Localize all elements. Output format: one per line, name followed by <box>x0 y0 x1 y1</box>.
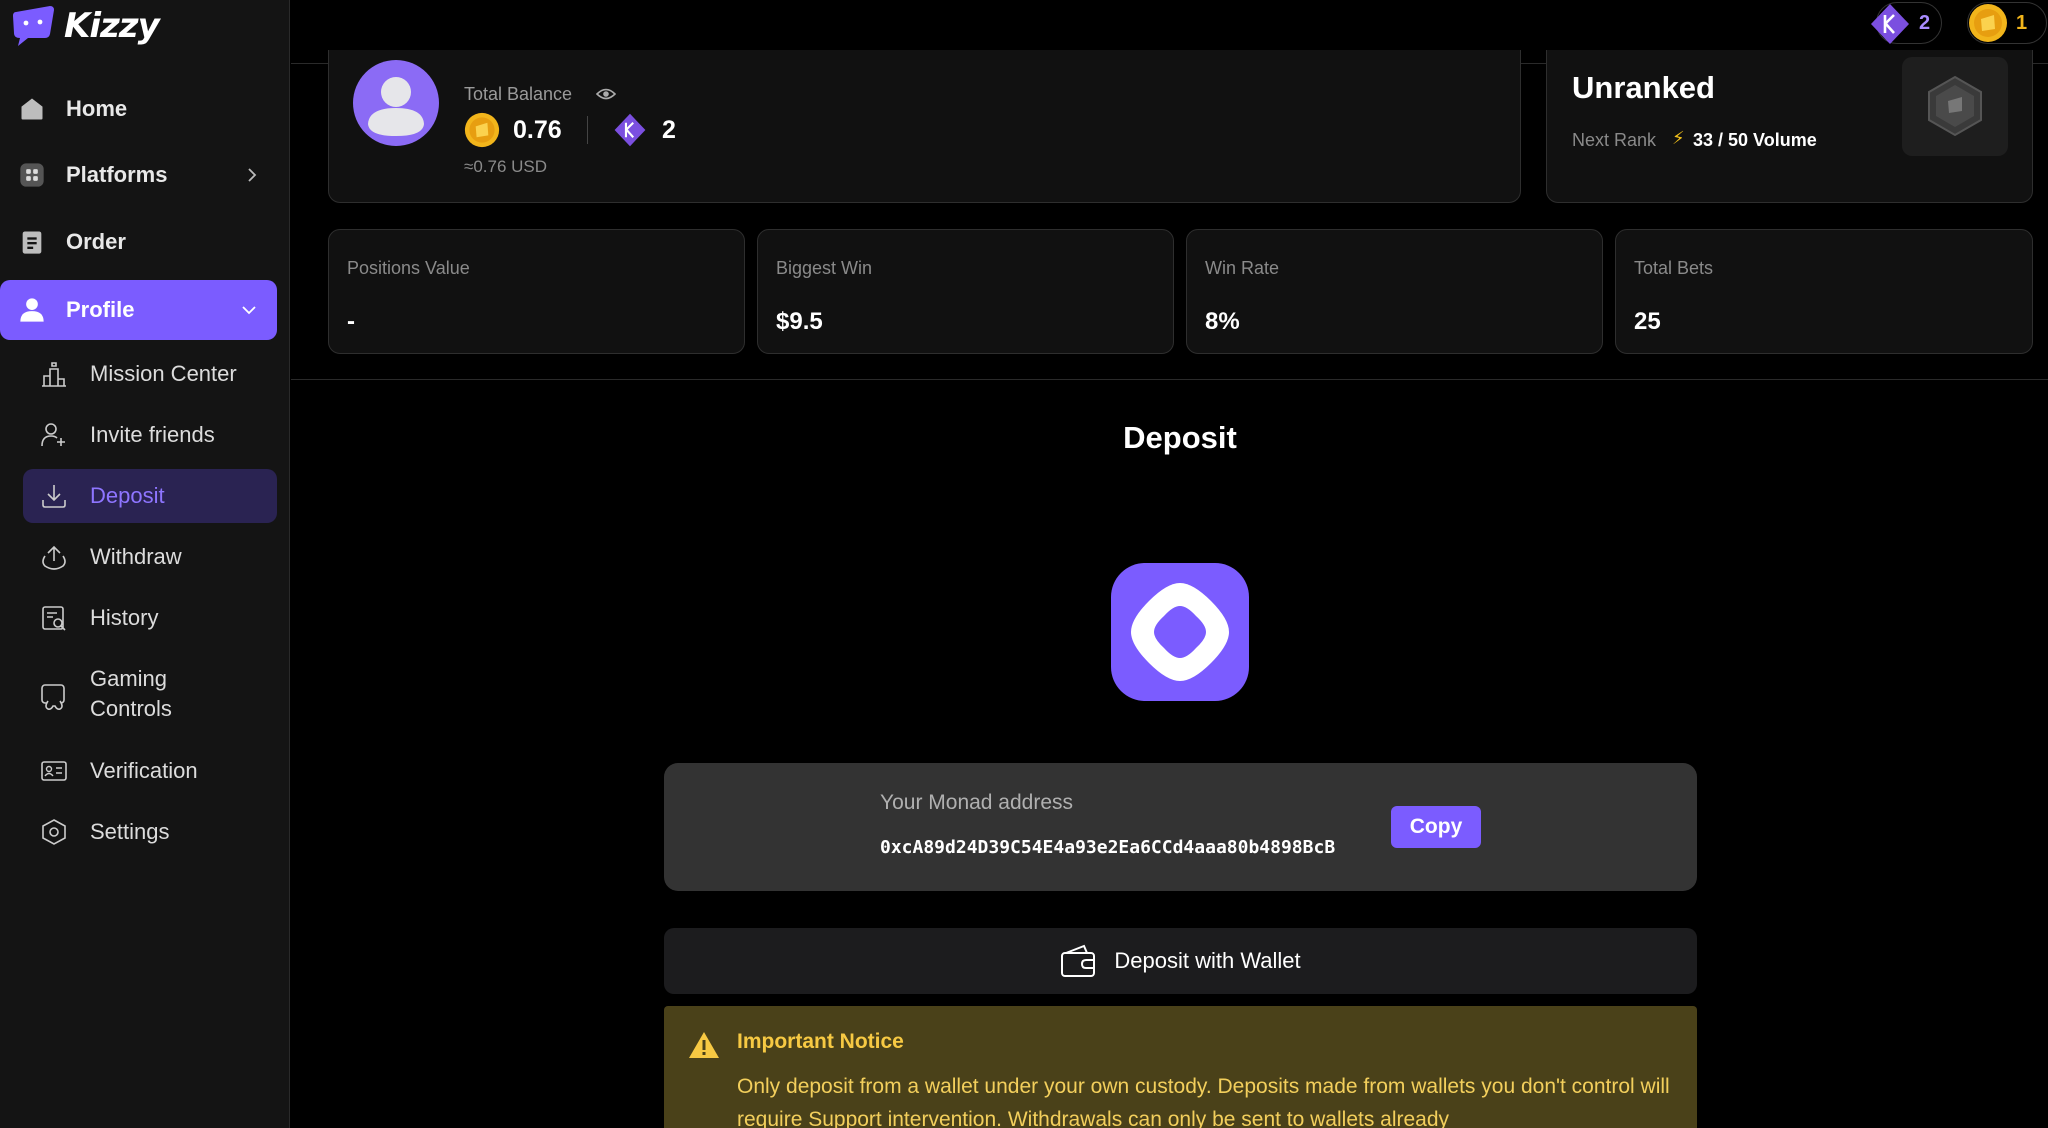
clipboard-icon <box>22 231 42 254</box>
sidebar-item-deposit[interactable]: Deposit <box>23 469 277 523</box>
sidebar-item-label: Home <box>66 96 128 121</box>
rank-progress: 33 / 50 Volume <box>1693 130 1817 150</box>
sidebar-item-label: Settings <box>90 819 170 844</box>
app-name: Kizzy <box>64 6 160 46</box>
stat-value: 25 <box>1634 308 1661 335</box>
avatar[interactable] <box>353 60 439 146</box>
warning-icon <box>689 1032 719 1058</box>
home-icon <box>21 98 43 120</box>
rank-card: Unranked Next Rank ⚡ 33 / 50 Volume <box>1546 50 2033 203</box>
balance-divider <box>587 116 588 144</box>
sidebar-item-label: Platforms <box>66 162 168 187</box>
sidebar-item-platforms[interactable]: Platforms <box>0 145 290 205</box>
k-token-icon <box>614 113 646 147</box>
sidebar-item-label: Verification <box>90 758 198 783</box>
stat-label: Win Rate <box>1205 258 1280 278</box>
history-icon <box>42 606 66 631</box>
stat-label: Biggest Win <box>776 258 873 278</box>
usd-equivalent: ≈0.76 USD <box>464 157 548 176</box>
copy-button[interactable]: Copy <box>1391 806 1481 848</box>
address-label: Your Monad address <box>880 791 1074 814</box>
podium-icon <box>42 362 66 387</box>
k-token-balance: 2 <box>662 116 676 144</box>
stat-card-total-bets: Total Bets 25 <box>1615 229 2033 354</box>
chevron-right-icon <box>248 168 257 182</box>
coin-icon <box>1969 4 2007 42</box>
notice-title: Important Notice <box>737 1030 904 1053</box>
stat-card-biggest-win: Biggest Win $9.5 <box>757 229 1174 354</box>
eye-icon[interactable] <box>596 86 616 102</box>
wallet-icon <box>1061 944 1096 977</box>
sidebar-item-label: Deposit <box>90 483 165 508</box>
download-icon <box>42 485 66 508</box>
stat-label: Positions Value <box>347 258 470 278</box>
sidebar-item-order[interactable]: Order <box>0 212 290 272</box>
next-rank-label: Next Rank <box>1572 130 1657 150</box>
upload-icon <box>42 545 66 570</box>
sidebar-item-label: Withdraw <box>90 544 182 569</box>
total-balance-label: Total Balance <box>464 84 573 104</box>
settings-hex-icon <box>42 819 66 845</box>
rank-badge <box>1902 57 2008 156</box>
sidebar-item-label: Mission Center <box>90 361 237 386</box>
k-token-count: 2 <box>1919 11 1931 34</box>
important-notice: Important Notice Only deposit from a wal… <box>664 1006 1697 1128</box>
coin-pill[interactable]: 1 <box>1967 2 2047 44</box>
lightning-icon: ⚡ <box>1672 128 1685 148</box>
sidebar-item-label: Order <box>66 229 126 254</box>
user-icon <box>20 298 44 322</box>
id-card-icon <box>41 761 67 781</box>
coin-icon <box>464 112 500 148</box>
gamepad-icon <box>41 684 65 710</box>
chevron-down-icon <box>242 306 256 315</box>
rank-hexagon-icon <box>1928 75 1982 137</box>
stat-value: - <box>347 308 355 335</box>
balance-card: Total Balance 0.76 2 ≈0.76 USD <box>328 50 1521 203</box>
kizzy-logo-icon <box>13 6 54 46</box>
sidebar-item-profile[interactable]: Profile <box>0 280 277 340</box>
add-user-icon <box>41 423 65 447</box>
k-token-pill[interactable]: 2 <box>1871 2 1942 44</box>
stat-card-win-rate: Win Rate 8% <box>1186 229 1603 354</box>
stat-card-positions-value: Positions Value - <box>328 229 745 354</box>
stat-label: Total Bets <box>1634 258 1714 278</box>
sidebar-item-withdraw[interactable]: Withdraw <box>23 530 277 584</box>
sidebar-item-label: Profile <box>66 297 135 322</box>
logo[interactable]: Kizzy <box>10 4 160 48</box>
stat-value: $9.5 <box>776 308 823 335</box>
deposit-title: Deposit <box>1123 420 1237 455</box>
monad-logo-icon <box>1111 563 1249 701</box>
sidebar-item-label: Gaming Controls <box>90 666 172 721</box>
sidebar-item-label: History <box>90 605 159 630</box>
sidebar-item-settings[interactable]: Settings <box>23 805 277 859</box>
sidebar-item-gaming-controls[interactable]: Gaming Controls <box>23 664 277 728</box>
section-divider <box>291 379 2048 380</box>
deposit-address[interactable]: 0xcA89d24D39C54E4a93e2Ea6CCd4aaa80b4898B… <box>880 837 1335 858</box>
sidebar-item-home[interactable]: Home <box>0 79 290 139</box>
deposit-with-wallet-button[interactable]: Deposit with Wallet <box>664 928 1697 994</box>
sidebar-item-history[interactable]: History <box>23 591 277 645</box>
grid-icon <box>20 163 44 187</box>
deposit-address-box: Your Monad address 0xcA89d24D39C54E4a93e… <box>664 763 1697 891</box>
coin-balance: 0.76 <box>513 116 562 144</box>
sidebar-item-mission-center[interactable]: Mission Center <box>23 347 277 401</box>
sidebar: Kizzy Home Platforms Order Profile Missi… <box>0 0 290 1128</box>
coin-count: 1 <box>2016 11 2028 34</box>
notice-text: Only deposit from a wallet under your ow… <box>737 1075 1670 1128</box>
stat-value: 8% <box>1205 308 1240 335</box>
rank-title: Unranked <box>1572 70 1715 105</box>
sidebar-item-label: Invite friends <box>90 422 215 447</box>
k-token-icon <box>1871 4 1909 44</box>
wallet-button-label: Deposit with Wallet <box>1114 948 1301 973</box>
sidebar-item-invite-friends[interactable]: Invite friends <box>23 408 277 462</box>
sidebar-item-verification[interactable]: Verification <box>23 744 277 798</box>
